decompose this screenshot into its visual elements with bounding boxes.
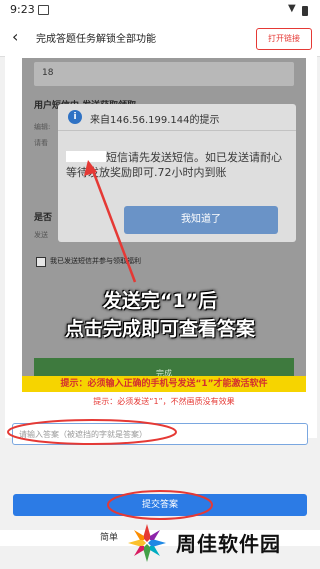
checkbox-label: 我已发送短信并参与领取福利	[50, 257, 141, 265]
battery-icon	[302, 6, 308, 16]
status-bar: 9:23 ▼	[0, 0, 320, 20]
overlay-caption-1: 发送完“1”后	[102, 290, 218, 312]
bg-phone-value: 18	[42, 68, 54, 78]
bg-line: 发送	[34, 231, 48, 239]
overlay-caption-2: 点击完成即可查看答案	[64, 318, 255, 340]
redaction-mask	[66, 151, 106, 162]
submit-answer-button[interactable]: 提交答案	[13, 494, 307, 516]
answer-field[interactable]	[12, 423, 308, 445]
bg-checkbox-row: 我已发送短信并参与领取福利	[36, 254, 292, 268]
open-link-button[interactable]: 打开链接	[256, 28, 312, 50]
footer-text: 简单	[100, 533, 119, 543]
page-title: 完成答题任务解锁全部功能	[36, 34, 156, 45]
bg-section-title: 是否	[34, 213, 53, 223]
brand-name: 周佳软件园	[176, 532, 281, 556]
hint-note: 提示：必须发送“1”，不然画质没有效果	[93, 397, 235, 406]
hint-banner: 提示：必须输入正确的手机号发送“1”才能激活软件	[22, 376, 306, 392]
dialog-ok-button: 我知道了	[124, 206, 278, 234]
status-time: 9:23	[10, 3, 35, 16]
bg-line: 编辑:	[34, 123, 51, 131]
dialog-header: i 来自146.56.199.144的提示	[58, 104, 296, 131]
gallery-icon	[38, 5, 49, 15]
alert-dialog: i 来自146.56.199.144的提示 短信请先发送短信。如已发送请耐心等待…	[58, 104, 296, 242]
brand-logo-icon	[128, 524, 166, 562]
back-icon[interactable]: ‹	[12, 27, 18, 46]
dialog-message: 短信请先发送短信。如已发送请耐心等待发放奖励即可.72小时内到账	[66, 150, 286, 180]
wifi-icon: ▼	[288, 3, 296, 14]
bg-line: 请看	[34, 139, 48, 147]
dialog-title: 来自146.56.199.144的提示	[90, 115, 220, 126]
header-bar: ‹ 完成答题任务解锁全部功能 打开链接	[0, 20, 320, 57]
bg-phone-input	[34, 62, 294, 86]
answer-input[interactable]	[19, 424, 299, 444]
checkbox-icon	[36, 257, 46, 267]
info-icon: i	[68, 110, 82, 124]
